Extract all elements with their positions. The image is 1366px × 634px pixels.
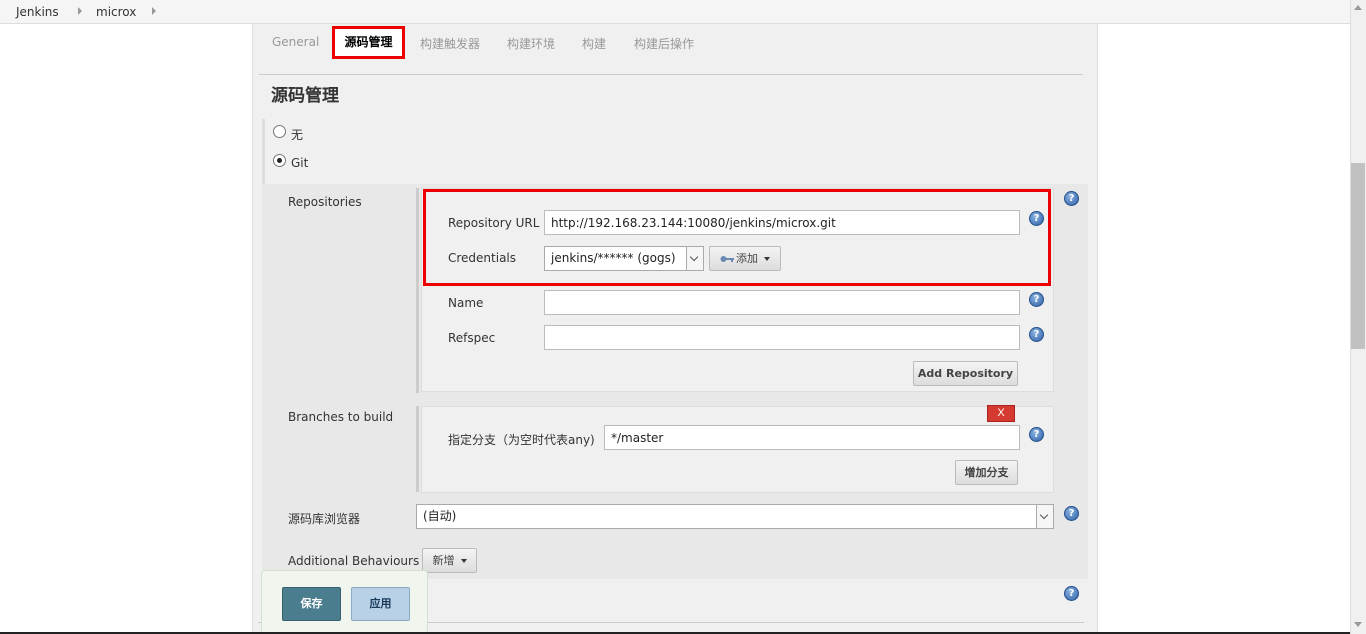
repositories-indent-bar [416,188,419,393]
delete-branch-button[interactable]: X [987,405,1015,422]
add-branch-button[interactable]: 增加分支 [955,460,1018,485]
add-repository-button[interactable]: Add Repository [913,361,1018,386]
section-title: 源码管理 [271,86,339,106]
chevron-right-icon [78,7,82,15]
repo-browser-value: (自动) [423,509,457,523]
branch-specifier-label: 指定分支（为空时代表any) [448,433,595,447]
tab-build-triggers[interactable]: 构建触发器 [420,35,480,52]
repo-browser-select[interactable]: (自动) [416,504,1054,529]
help-icon[interactable]: ? [1064,191,1079,206]
caret-down-icon [460,559,467,563]
repository-highlight [423,189,1051,286]
help-icon[interactable]: ? [1029,427,1044,442]
tabs-divider [259,74,1083,75]
breadcrumb: Jenkins microx [0,0,1366,24]
refspec-label: Refspec [448,331,496,345]
additional-behaviours-label: Additional Behaviours [288,554,420,568]
name-label: Name [448,296,484,310]
chevron-right-icon [152,7,156,15]
help-icon[interactable]: ? [1064,506,1079,521]
branch-specifier-input[interactable] [604,425,1020,450]
scroll-up-icon[interactable] [1354,5,1362,10]
radio-git-label: Git [291,156,309,170]
radio-none-label: 无 [291,128,304,142]
help-icon[interactable]: ? [1029,327,1044,342]
breadcrumb-item-jenkins[interactable]: Jenkins [16,5,59,19]
refspec-input[interactable] [544,325,1020,350]
tab-build-environment[interactable]: 构建环境 [507,35,555,52]
save-button[interactable]: 保存 [282,587,341,621]
repo-browser-label: 源码库浏览器 [288,512,361,526]
radio-git[interactable] [273,154,286,167]
chevron-down-icon [1036,505,1053,528]
radio-none[interactable] [273,125,286,138]
help-icon[interactable]: ? [1029,292,1044,307]
branches-label: Branches to build [288,410,394,424]
scrollbar-thumb[interactable] [1351,163,1365,349]
repositories-label: Repositories [288,195,362,209]
branches-indent-bar [416,406,419,492]
scroll-down-icon[interactable] [1354,622,1362,627]
tab-post-build[interactable]: 构建后操作 [634,35,694,52]
tab-build[interactable]: 构建 [582,35,606,52]
breadcrumb-item-microx[interactable]: microx [96,5,136,19]
tab-scm[interactable]: 源码管理 [332,26,405,59]
tab-general[interactable]: General [272,35,319,49]
radio-selected-dot [277,158,282,163]
add-behaviour-button[interactable]: 新增 [422,548,477,573]
name-input[interactable] [544,290,1020,315]
apply-button[interactable]: 应用 [351,587,410,621]
add-behaviour-label: 新增 [432,554,455,567]
help-icon[interactable]: ? [1064,586,1079,601]
